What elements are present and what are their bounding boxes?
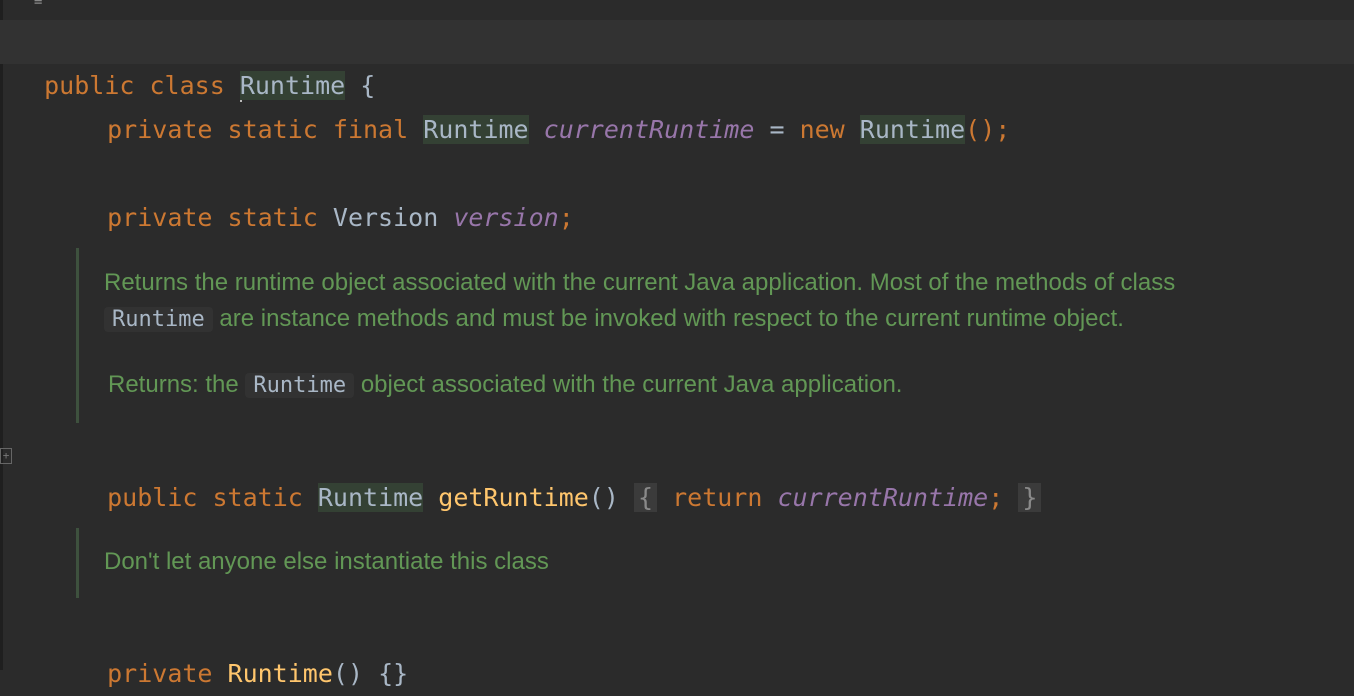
- field-current-runtime-ref: currentRuntime: [777, 483, 989, 512]
- semicolon: ;: [988, 483, 1004, 512]
- doc-constructor-text: Don't let anyone else instantiate this c…: [104, 548, 549, 575]
- field-current-runtime: currentRuntime: [543, 115, 755, 144]
- doc-returns: Returns: the Runtime object associated w…: [108, 371, 903, 398]
- reader-mode-icon[interactable]: ≡: [34, 0, 42, 8]
- type-version: Version: [332, 203, 439, 232]
- keyword-new: new: [799, 115, 845, 144]
- keyword-return: return: [672, 483, 763, 512]
- constructor-name: Runtime: [227, 659, 333, 688]
- type-runtime: Runtime: [423, 115, 529, 144]
- keyword-static: static: [212, 483, 303, 512]
- code-line-private-constructor[interactable]: private Runtime() {}: [77, 608, 408, 688]
- keyword-private: private: [107, 115, 213, 144]
- assign-operator: =: [769, 115, 785, 144]
- keyword-static: static: [227, 115, 318, 144]
- editor-gutter: [0, 0, 3, 670]
- rendered-javadoc-constructor[interactable]: Don't let anyone else instantiate this c…: [76, 528, 549, 598]
- keyword-static: static: [227, 203, 318, 232]
- field-version: version: [453, 203, 559, 232]
- call-tail: ();: [965, 115, 1011, 144]
- doc-code-runtime-2: Runtime: [245, 373, 355, 398]
- return-type-runtime: Runtime: [317, 483, 424, 512]
- keyword-private: private: [107, 203, 213, 232]
- fold-toggle-icon[interactable]: +: [0, 448, 12, 464]
- constructor-call: Runtime: [859, 115, 966, 144]
- method-parens: (): [588, 483, 619, 512]
- folded-close-brace[interactable]: }: [1018, 483, 1042, 512]
- doc-paragraph-line-2: Runtime are instance methods and must be…: [104, 301, 1124, 338]
- constructor-body: {}: [378, 659, 409, 688]
- code-line-version-field[interactable]: private static Version version;: [77, 152, 574, 232]
- code-line-current-runtime-field[interactable]: private static final Runtime currentRunt…: [77, 64, 1010, 144]
- keyword-final: final: [332, 115, 409, 144]
- code-line-getruntime-method[interactable]: public static Runtime getRuntime() { ret…: [77, 432, 1042, 512]
- semicolon: ;: [558, 203, 574, 232]
- keyword-private: private: [107, 659, 213, 688]
- method-name: getRuntime: [438, 483, 589, 512]
- constructor-parens: (): [332, 659, 363, 688]
- folded-open-brace[interactable]: {: [633, 483, 658, 512]
- doc-returns-label: Returns:: [108, 371, 199, 398]
- keyword-public: public: [107, 483, 198, 512]
- code-line-class-declaration[interactable]: public class Runtime {: [14, 20, 375, 102]
- rendered-javadoc-getruntime[interactable]: Returns the runtime object associated wi…: [76, 248, 1175, 423]
- doc-code-runtime: Runtime: [104, 307, 213, 332]
- doc-paragraph-line-1: Returns the runtime object associated wi…: [104, 269, 1176, 296]
